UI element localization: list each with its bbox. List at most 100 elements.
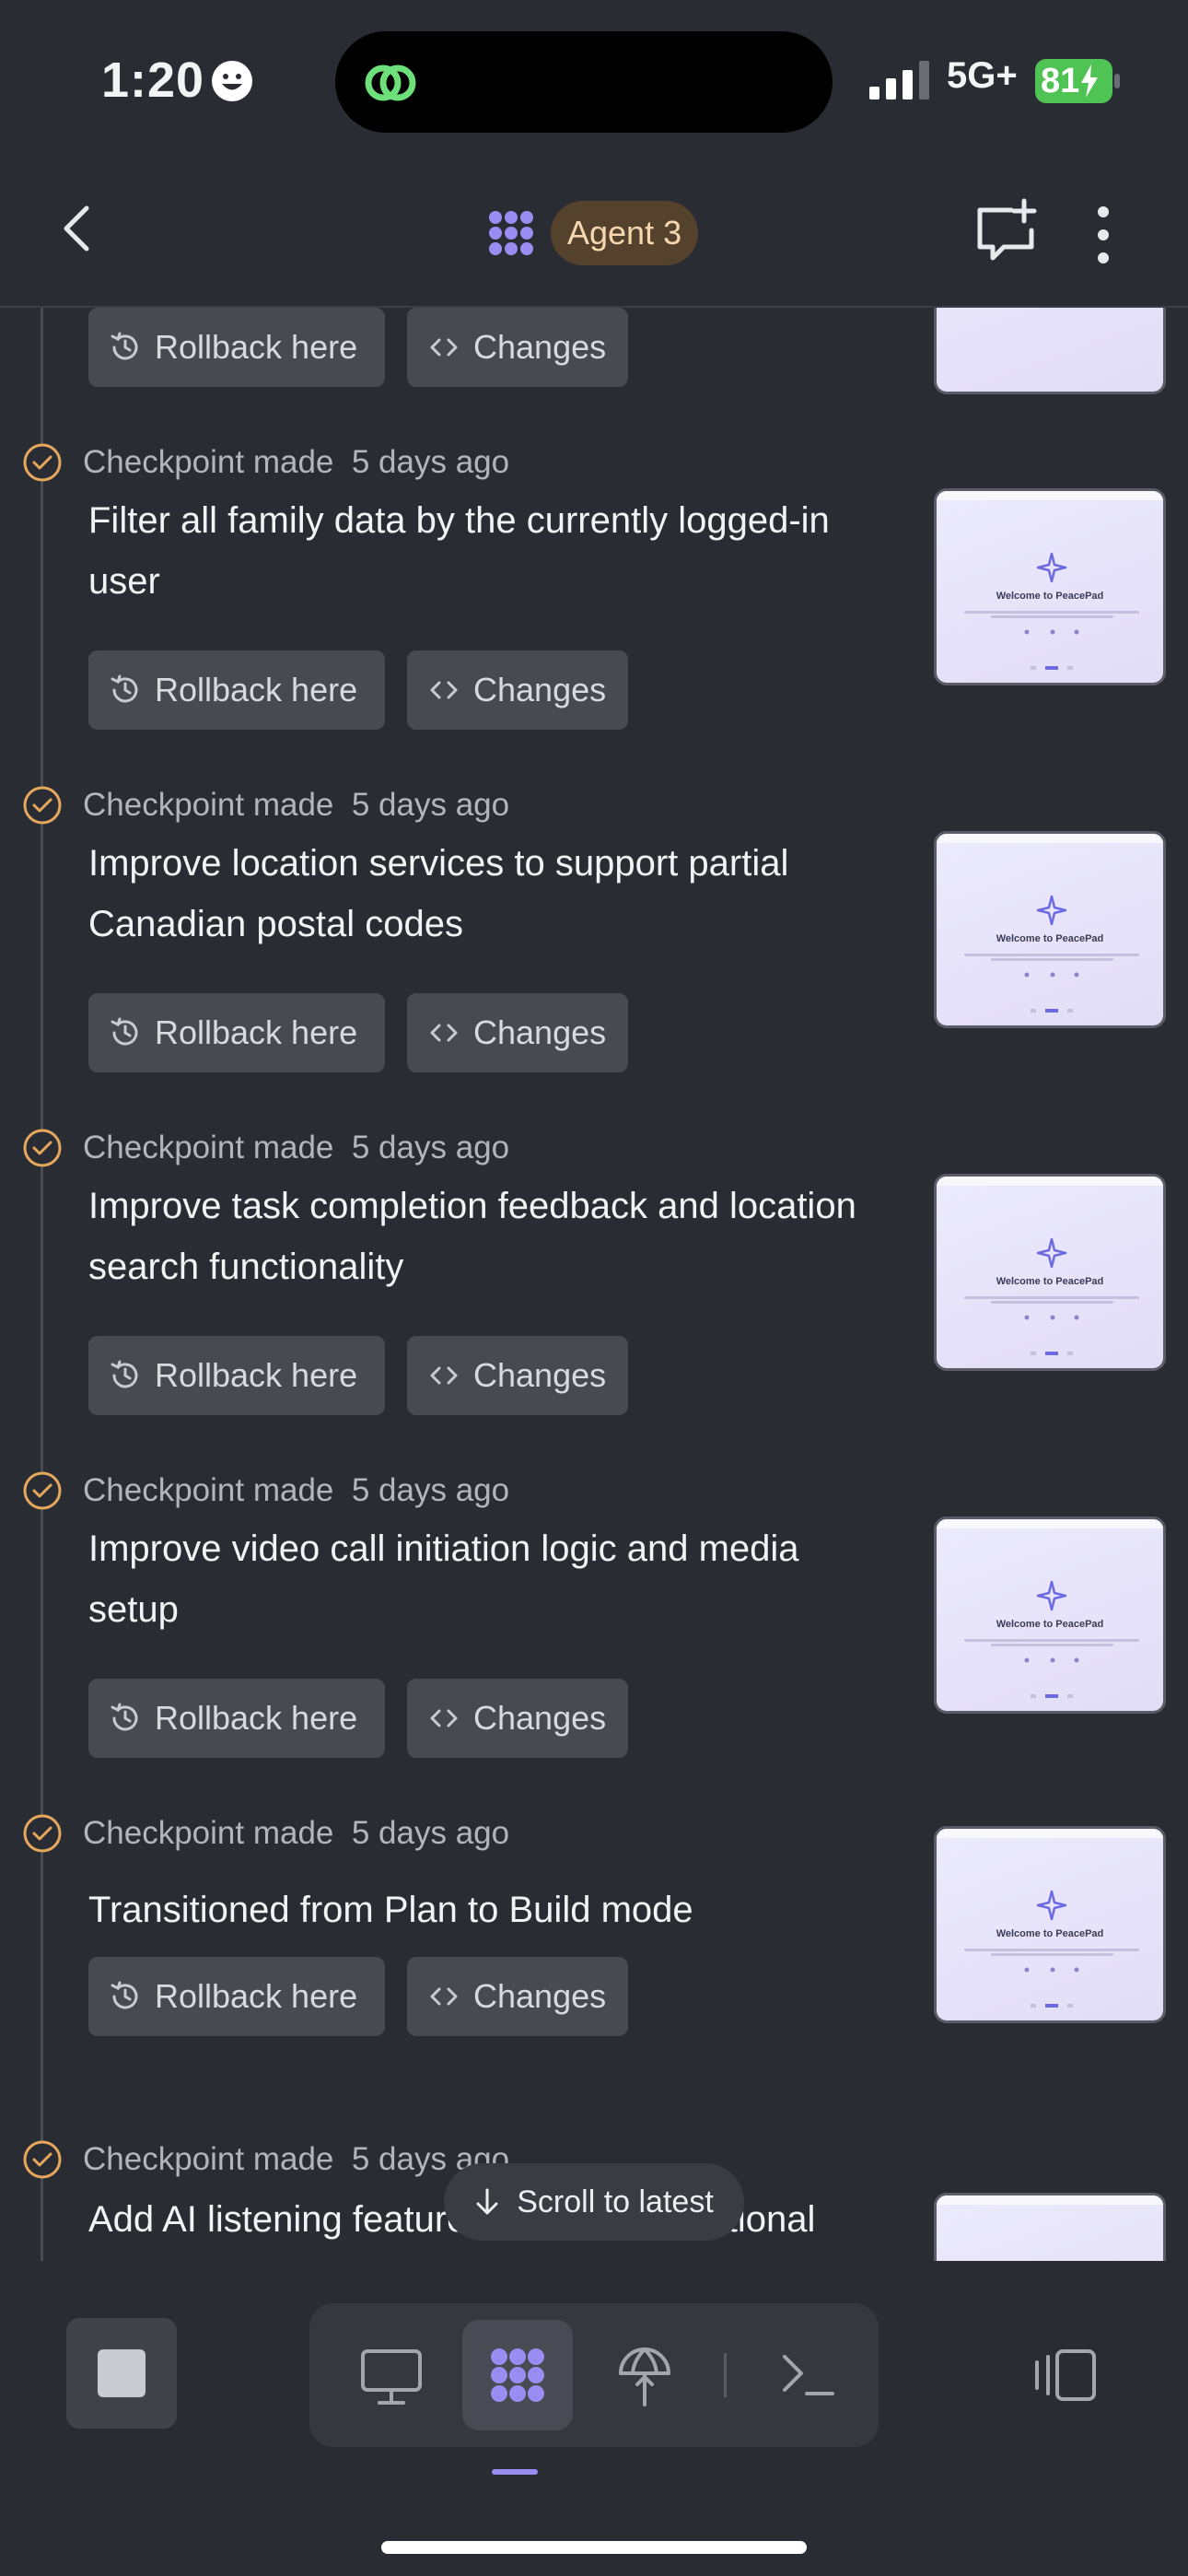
thumb-feature-dots [1024, 629, 1079, 635]
checkpoint-thumbnail[interactable]: Welcome to PeacePad [934, 1516, 1166, 1714]
checkpoint-thumbnail[interactable]: Welcome to PeacePad [934, 488, 1166, 685]
history-icon [111, 1981, 138, 2009]
changes-button[interactable]: Changes [407, 1957, 628, 2036]
check-circle-icon [23, 1814, 62, 1853]
check-circle-icon [23, 443, 62, 482]
toolbar-divider [724, 2353, 727, 2397]
code-icon [430, 338, 458, 357]
meta-age: 5 days ago [351, 787, 510, 823]
checkpoint-timeline[interactable]: Rollback here Changes Checkpoint made 5 … [0, 308, 1188, 2261]
checkpoint-thumbnail[interactable] [934, 308, 1166, 394]
thumb-nav-dots [1031, 1694, 1073, 1698]
thumb-subtitle [964, 609, 1139, 620]
tab-agent[interactable] [462, 2320, 573, 2430]
more-options-icon[interactable] [1085, 203, 1122, 267]
checkpoint-meta: Checkpoint made 5 days ago [83, 1815, 509, 1852]
thumb-topbar [937, 1829, 1163, 1838]
checkpoint-title: Filter all family data by the currently … [88, 500, 830, 602]
changes-button[interactable]: Changes [407, 1679, 628, 1758]
checkpoint-title: Transitioned from Plan to Build mode [88, 1890, 693, 1930]
meta-label: Checkpoint made [83, 787, 334, 823]
rollback-button[interactable]: Rollback here [88, 308, 385, 387]
history-icon [111, 1017, 138, 1046]
sparkle-icon [1036, 895, 1067, 926]
thumb-feature-dots [1024, 972, 1079, 978]
agent-badge[interactable]: Agent 3 [551, 201, 699, 265]
meta-age: 5 days ago [351, 1130, 510, 1165]
home-indicator [381, 2541, 807, 2554]
thumb-feature-dots [1024, 1967, 1079, 1973]
thumb-title: Welcome to PeacePad [996, 591, 1104, 602]
checkpoint-thumbnail[interactable]: Welcome to PeacePad [934, 1174, 1166, 1371]
link-app-icon [365, 64, 416, 101]
rollback-label: Rollback here [155, 671, 358, 708]
signal-icon [869, 61, 929, 100]
tab-console[interactable] [753, 2320, 864, 2430]
rollback-button[interactable]: Rollback here [88, 1336, 385, 1415]
meta-age: 5 days ago [351, 1472, 510, 1508]
tab-preview[interactable] [335, 2320, 446, 2430]
check-circle-icon [23, 2140, 62, 2179]
side-panel-icon[interactable] [1031, 2348, 1098, 2403]
battery-percent: 81 [1041, 61, 1080, 100]
checkpoint-thumbnail[interactable] [934, 2193, 1166, 2261]
rollback-button[interactable]: Rollback here [88, 1957, 385, 2036]
meta-label: Checkpoint made [83, 1815, 334, 1851]
sparkle-icon [1036, 1890, 1067, 1921]
charging-bolt-icon [1081, 64, 1099, 98]
new-chat-icon[interactable] [974, 197, 1039, 262]
arrow-down-icon [476, 2188, 498, 2215]
changes-button[interactable]: Changes [407, 993, 628, 1072]
stop-button[interactable] [66, 2318, 177, 2429]
meta-label: Checkpoint made [83, 1130, 334, 1165]
thumb-feature-dots [1024, 1657, 1079, 1663]
status-bar: 1:20 5G+ 81 [0, 0, 1188, 157]
agent-icon [491, 2348, 544, 2402]
rollback-button[interactable]: Rollback here [88, 1679, 385, 1758]
thumb-topbar [937, 1177, 1163, 1186]
thumb-nav-dots [1031, 1352, 1073, 1355]
deploy-icon [619, 2348, 670, 2406]
checkpoint-title: Improve location services to support par… [88, 843, 789, 944]
checkpoint-thumbnail[interactable]: Welcome to PeacePad [934, 1826, 1166, 2023]
changes-button[interactable]: Changes [407, 308, 628, 387]
thumb-feature-dots [1024, 1315, 1079, 1320]
checkpoint-title: Improve video call initiation logic and … [88, 1528, 799, 1630]
thumb-subtitle [964, 952, 1139, 963]
checkpoint-meta: Checkpoint made 5 days ago [83, 1472, 509, 1509]
tab-deploy[interactable] [589, 2320, 700, 2430]
rollback-button[interactable]: Rollback here [88, 650, 385, 730]
agent-logo-icon [489, 211, 533, 255]
sparkle-icon [1036, 1237, 1067, 1269]
rollback-label: Rollback here [155, 1977, 358, 2015]
thumb-nav-dots [1031, 1009, 1073, 1013]
rollback-label: Rollback here [155, 1356, 358, 1394]
timeline-line [41, 308, 43, 2261]
code-icon [430, 1366, 458, 1385]
thumb-topbar [937, 2195, 1163, 2205]
checkpoint-thumbnail[interactable]: Welcome to PeacePad [934, 831, 1166, 1028]
scroll-to-latest-button[interactable]: Scroll to latest [444, 2163, 744, 2241]
back-chevron-icon[interactable] [55, 201, 99, 256]
changes-label: Changes [473, 328, 607, 366]
meta-label: Checkpoint made [83, 444, 334, 480]
bottom-toolbar [0, 2263, 1188, 2576]
check-circle-icon [23, 786, 62, 825]
rollback-button[interactable]: Rollback here [88, 993, 385, 1072]
thumb-topbar [937, 491, 1163, 500]
code-icon [430, 1987, 458, 2006]
meta-label: Checkpoint made [83, 1472, 334, 1508]
meta-age: 5 days ago [351, 1815, 510, 1851]
rollback-label: Rollback here [155, 328, 358, 366]
meta-label: Checkpoint made [83, 2141, 334, 2177]
changes-label: Changes [473, 1699, 607, 1737]
changes-button[interactable]: Changes [407, 1336, 628, 1415]
thumb-nav-dots [1031, 666, 1073, 670]
smiley-icon [212, 61, 252, 101]
changes-label: Changes [473, 1356, 607, 1394]
sparkle-icon [1036, 1580, 1067, 1611]
changes-button[interactable]: Changes [407, 650, 628, 730]
status-time: 1:20 [101, 53, 205, 108]
scroll-latest-label: Scroll to latest [517, 2184, 714, 2219]
thumb-title: Welcome to PeacePad [996, 933, 1104, 944]
